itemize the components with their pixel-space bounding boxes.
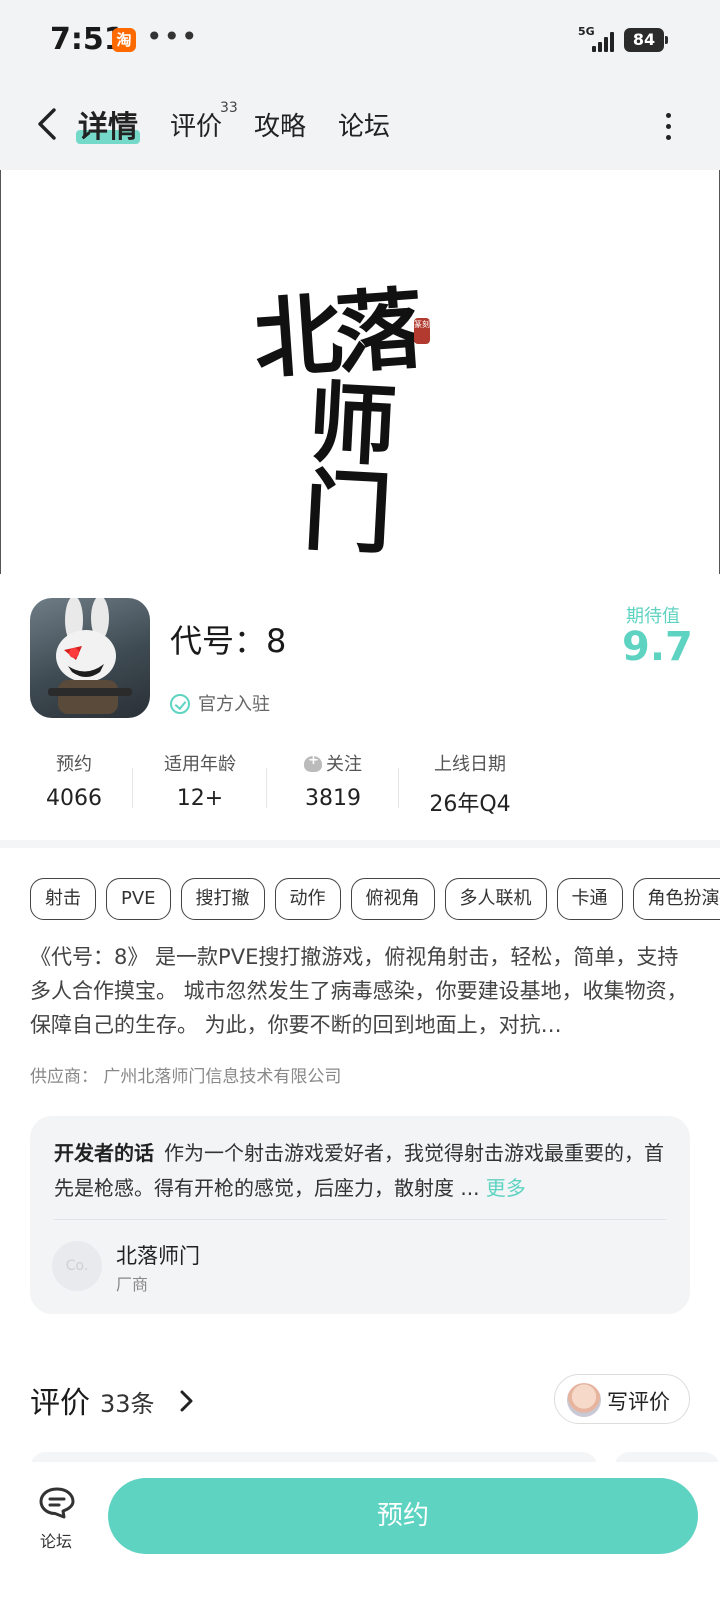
- section-divider: [0, 840, 720, 848]
- stat-value: 26年Q4: [429, 792, 511, 817]
- forum-chat-icon[interactable]: [38, 1486, 76, 1520]
- stat-followers[interactable]: 关注 3819: [290, 750, 376, 811]
- developer-avatar[interactable]: Co.: [52, 1241, 102, 1291]
- stat-reservations: 预约 4066: [40, 750, 108, 811]
- reserve-button[interactable]: 预约: [108, 1478, 698, 1554]
- status-bar: 7:51 淘 ••• 5G 84: [0, 0, 720, 84]
- game-logo: 北落 师门 篆刻: [250, 276, 460, 566]
- verified-check-icon: [170, 694, 190, 714]
- user-avatar: [567, 1383, 601, 1417]
- reviews-heading[interactable]: 评价: [30, 1378, 90, 1422]
- tag-chip[interactable]: 卡通: [556, 878, 623, 920]
- card-divider: [54, 1219, 666, 1220]
- tab-reviews[interactable]: 评价: [170, 106, 222, 143]
- more-notifications-icon: •••: [146, 20, 199, 53]
- stats-row: 预约 4066 适用年龄 12+ 关注 3819 上线日期 26年Q4: [0, 750, 720, 830]
- stat-divider: [132, 768, 133, 808]
- logo-seal: 篆刻: [414, 318, 430, 344]
- logo-line-2: 师门: [301, 370, 394, 567]
- logo-line-1: 北落: [250, 276, 422, 392]
- more-options-icon[interactable]: [660, 110, 676, 144]
- reviews-count-badge: 33: [220, 100, 238, 116]
- stat-label: 预约: [56, 754, 92, 775]
- back-arrow-icon[interactable]: [32, 102, 68, 146]
- supplier-info: 供应商： 广州北落师门信息技术有限公司: [30, 1067, 342, 1087]
- forum-label[interactable]: 论坛: [40, 1528, 72, 1552]
- tab-guides[interactable]: 攻略: [254, 106, 306, 143]
- tab-details[interactable]: 详情: [78, 102, 138, 146]
- developer-name[interactable]: 北落师门: [116, 1240, 200, 1270]
- stat-value: 4066: [46, 786, 102, 811]
- tag-chip[interactable]: 动作: [274, 878, 341, 920]
- stat-release-date: 上线日期 26年Q4: [418, 750, 522, 818]
- follow-heart-icon: [304, 753, 322, 772]
- reviews-count[interactable]: 33条: [100, 1384, 155, 1419]
- official-badge: 官方入驻: [170, 690, 270, 716]
- tag-chip[interactable]: 俯视角: [350, 878, 435, 920]
- taobao-notification-icon: 淘: [112, 28, 136, 52]
- tag-chip[interactable]: 角色扮演: [632, 878, 720, 920]
- write-review-label: 写评价: [607, 1390, 670, 1414]
- tag-chip[interactable]: 多人联机: [444, 878, 547, 920]
- stat-age-rating: 适用年龄 12+: [152, 750, 248, 811]
- app-title: 代号：8: [170, 622, 287, 660]
- more-link[interactable]: 更多: [486, 1176, 526, 1200]
- app-icon[interactable]: [30, 598, 150, 718]
- stat-label: 关注: [326, 754, 362, 775]
- stat-divider: [398, 768, 399, 808]
- developer-notes-heading: 开发者的话: [54, 1141, 154, 1165]
- tag-chip[interactable]: 搜打撤: [180, 878, 265, 920]
- stat-divider: [266, 768, 267, 808]
- expectation-score: 9.7: [622, 624, 693, 670]
- tab-forum[interactable]: 论坛: [338, 106, 390, 143]
- signal-icon: [592, 30, 618, 52]
- developer-notes-card[interactable]: 开发者的话 作为一个射击游戏爱好者，我觉得射击游戏最重要的，首先是枪感。得有开枪的…: [30, 1116, 690, 1314]
- tag-list: 射击 PVE 搜打撤 动作 俯视角 多人联机 卡通 角色扮演: [30, 878, 720, 920]
- tag-chip[interactable]: 射击: [30, 878, 96, 920]
- tag-chip[interactable]: PVE: [106, 878, 171, 920]
- stat-label: 上线日期: [434, 754, 506, 775]
- top-nav: 详情 评价 33 攻略 论坛: [0, 84, 720, 170]
- rabbit-character-icon: [48, 598, 132, 714]
- stat-value: 12+: [176, 786, 224, 811]
- developer-role: 厂商: [116, 1275, 149, 1294]
- stat-label: 适用年龄: [164, 754, 236, 775]
- write-review-button[interactable]: 写评价: [554, 1374, 690, 1424]
- bottom-action-bar: 论坛 预约: [0, 1462, 720, 1600]
- stat-value: 3819: [305, 786, 361, 811]
- chevron-right-icon[interactable]: [176, 1388, 196, 1414]
- developer-notes: 开发者的话 作为一个射击游戏爱好者，我觉得射击游戏最重要的，首先是枪感。得有开枪的…: [54, 1136, 666, 1206]
- official-label: 官方入驻: [198, 694, 270, 715]
- battery-icon: 84: [624, 28, 668, 52]
- game-description[interactable]: 《代号：8》 是一款PVE搜打撤游戏，俯视角射击，轻松，简单，支持多人合作摸宝。…: [30, 940, 690, 1042]
